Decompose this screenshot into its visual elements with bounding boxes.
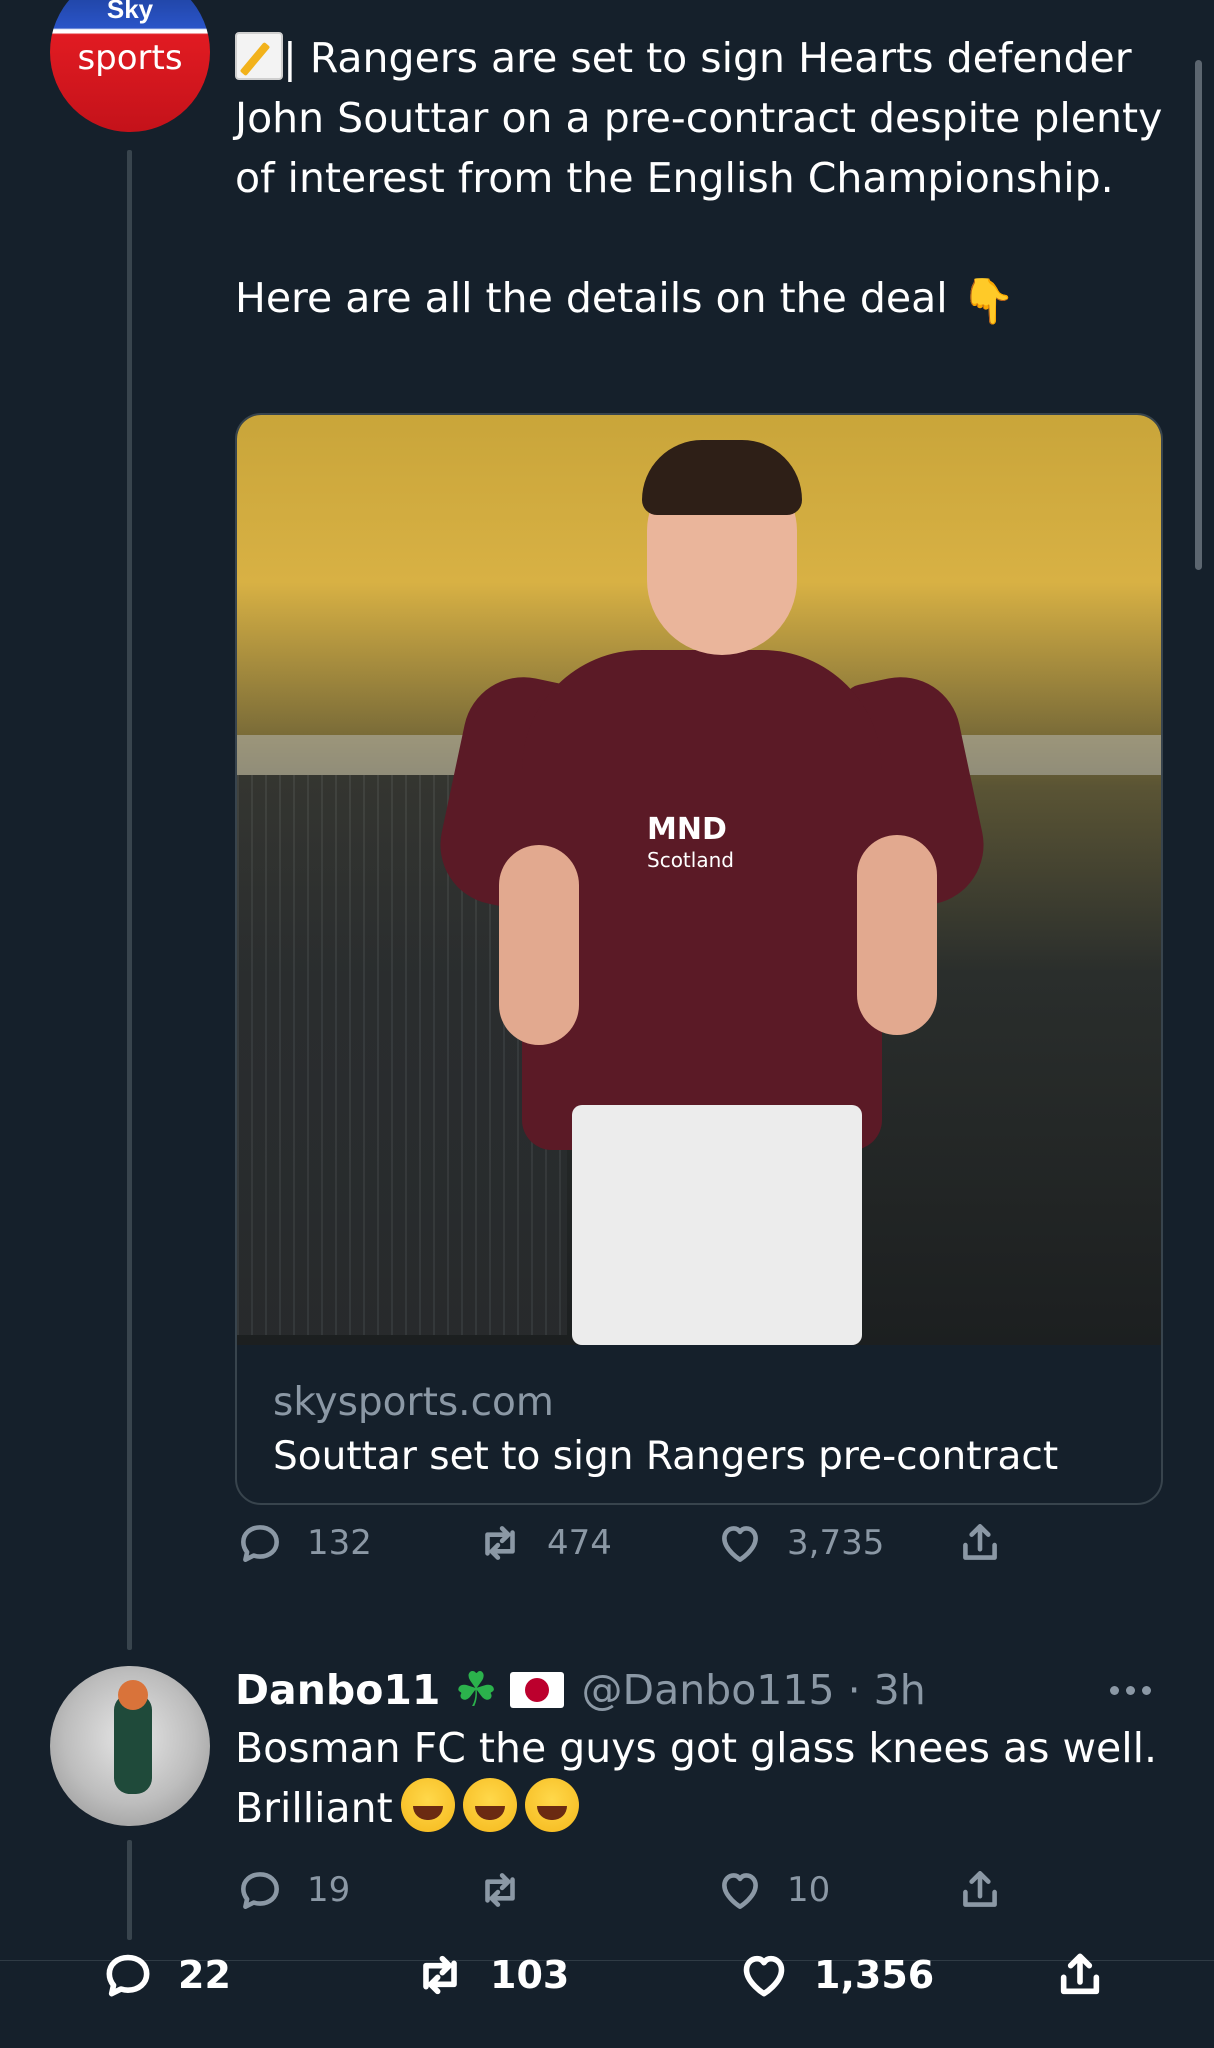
avatar-brand-top: Sky: [106, 0, 154, 24]
reply-icon: [241, 1525, 279, 1562]
tweet-thread-view: Sky sports | Rangers are set to sign Hea…: [0, 0, 1214, 2048]
tweet-text-line-2: Here are all the details on the deal: [235, 274, 948, 322]
card-meta: skysports.com Souttar set to sign Ranger…: [273, 1377, 1058, 1485]
more-options-icon[interactable]: [1110, 1665, 1151, 1715]
reply-icon: [106, 1954, 150, 1997]
share-icon: [963, 1524, 997, 1560]
sky-sports-avatar[interactable]: Sky sports: [50, 0, 210, 132]
reply-text-line-1: Bosman FC the guys got glass knees as we…: [235, 1724, 1158, 1772]
tweet-text-line-1: | Rangers are set to sign Hearts defende…: [235, 34, 1163, 202]
bottom-retweet-button[interactable]: 103: [412, 1945, 569, 2005]
reply-header: Danbo11 ☘ @Danbo115 · 3h: [235, 1660, 926, 1720]
reply-reply-button[interactable]: 19: [235, 1860, 350, 1920]
reply-thread-line: [127, 1840, 132, 1940]
laughing-tears-icon: [462, 1778, 517, 1832]
share-icon: [963, 1871, 997, 1907]
shirt-sponsor-bottom: Scotland: [647, 848, 734, 872]
like-count: 3,735: [787, 1523, 885, 1563]
tweet-action-bar: 132 474 3,735: [235, 1513, 1035, 1573]
reply-reply-count: 19: [307, 1870, 351, 1910]
danbo11-avatar[interactable]: [50, 1666, 210, 1826]
heart-icon: [722, 1873, 758, 1909]
scrollbar[interactable]: [1195, 60, 1202, 570]
heart-icon: [722, 1526, 758, 1562]
bottom-share-button[interactable]: [1052, 1945, 1130, 2005]
avatar-brand-bottom: sports: [77, 38, 183, 78]
bottom-retweet-count: 103: [490, 1953, 570, 1997]
bottom-reply-count: 22: [178, 1953, 231, 1997]
retweet-icon: [485, 1526, 515, 1560]
card-image[interactable]: MND Scotland: [237, 415, 1161, 1345]
reply-action-bar: 19 10: [235, 1860, 1035, 1920]
reply-like-button[interactable]: 10: [715, 1860, 830, 1920]
thread-connector-line: [127, 150, 132, 1650]
laughing-tears-icon: [400, 1778, 455, 1832]
retweet-button[interactable]: 474: [475, 1513, 612, 1573]
card-title[interactable]: Souttar set to sign Rangers pre-contract: [273, 1429, 1058, 1485]
bottom-like-button[interactable]: 1,356: [736, 1945, 934, 2005]
heart-icon: [743, 1955, 785, 1997]
card-domain: skysports.com: [273, 1380, 554, 1425]
shirt-sponsor: MND Scotland: [647, 815, 847, 875]
reply-share-button[interactable]: [955, 1860, 1027, 1920]
laughing-tears-icon: [524, 1778, 579, 1832]
reply-like-count: 10: [787, 1870, 831, 1910]
reply-body: Bosman FC the guys got glass knees as we…: [235, 1718, 1175, 1838]
like-button[interactable]: 3,735: [715, 1513, 884, 1573]
reply-author-name[interactable]: Danbo11: [235, 1666, 440, 1714]
shamrock-icon: ☘: [454, 1662, 498, 1718]
bottom-reply-button[interactable]: 22: [100, 1945, 231, 2005]
player-hair: [642, 440, 802, 515]
player-shorts: [572, 1105, 862, 1345]
japan-flag-icon: [509, 1672, 564, 1708]
player-arm-left: [499, 845, 579, 1045]
reply-text-line-2: Brilliant: [235, 1784, 393, 1832]
retweet-icon: [423, 1955, 457, 1995]
tweet-body: | Rangers are set to sign Hearts defende…: [235, 28, 1165, 332]
reply-icon: [241, 1872, 279, 1909]
backhand-index-pointing-down-icon: 👇: [960, 276, 1016, 327]
reply-retweet-button[interactable]: [475, 1860, 547, 1920]
player-arm-right: [857, 835, 937, 1035]
share-button[interactable]: [955, 1513, 1027, 1573]
memo-icon: [235, 32, 283, 80]
bottom-like-count: 1,356: [814, 1953, 935, 1997]
reply-handle-time[interactable]: @Danbo115 · 3h: [582, 1666, 926, 1714]
link-preview-card[interactable]: MND Scotland skysports.com Souttar set t…: [235, 413, 1163, 1505]
reply-button[interactable]: 132: [235, 1513, 372, 1573]
reply-count: 132: [307, 1523, 372, 1563]
shirt-sponsor-top: MND: [647, 812, 727, 847]
retweet-icon: [485, 1873, 515, 1907]
share-icon: [1060, 1953, 1100, 1995]
retweet-count: 474: [547, 1523, 612, 1563]
avatar-player-head: [118, 1680, 148, 1710]
bottom-action-bar: 22 103 1,356: [0, 1945, 1214, 2005]
